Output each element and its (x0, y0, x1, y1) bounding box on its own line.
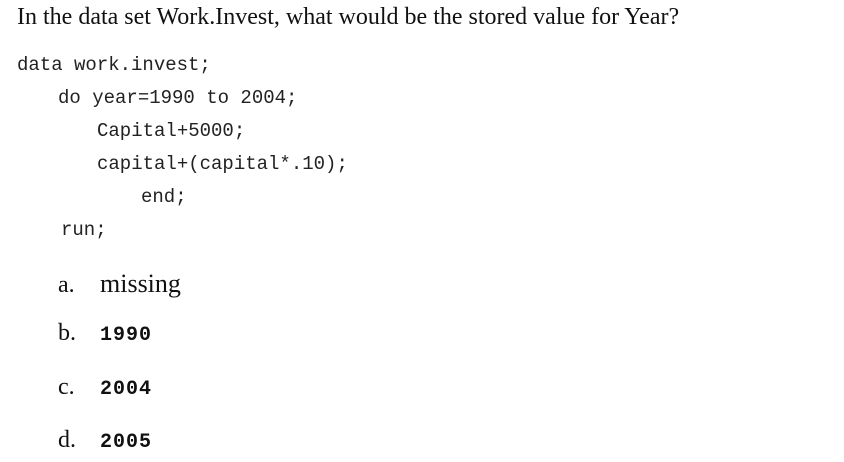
code-line-run: run; (61, 219, 107, 241)
option-a[interactable]: a. missing (58, 269, 181, 299)
option-letter: b. (58, 320, 76, 346)
option-letter: a. (58, 272, 75, 298)
code-line-end: end; (141, 186, 187, 208)
option-text: 2004 (100, 378, 153, 401)
question-text: In the data set Work.Invest, what would … (17, 4, 680, 30)
option-b[interactable]: b. 1990 (58, 318, 152, 348)
code-line-capital-interest: capital+(capital*.10); (97, 153, 348, 175)
option-letter: c. (58, 374, 75, 400)
code-line-capital-sum: Capital+5000; (97, 120, 246, 142)
option-text: 1990 (100, 324, 153, 347)
option-c[interactable]: c. 2004 (58, 372, 152, 402)
option-text: 2005 (100, 431, 153, 454)
code-line-data-statement: data work.invest; (17, 54, 211, 76)
option-letter: d. (58, 427, 76, 453)
option-text: missing (100, 269, 181, 298)
code-line-do-loop: do year=1990 to 2004; (58, 87, 298, 109)
option-d[interactable]: d. 2005 (58, 425, 152, 455)
